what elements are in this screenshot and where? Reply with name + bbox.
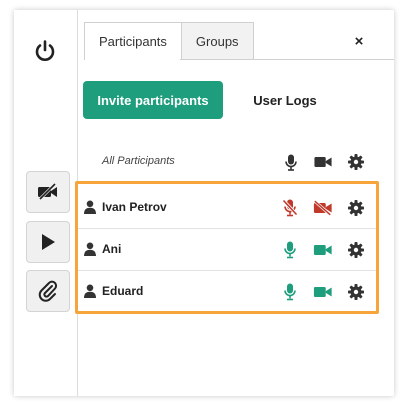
- tab-bar: Participants Groups: [84, 22, 254, 60]
- paperclip-icon: [38, 280, 58, 302]
- mute-all-button[interactable]: [282, 153, 300, 171]
- participant-row-ani: Ani: [78, 229, 376, 270]
- close-icon: ×: [354, 32, 364, 50]
- tab-groups[interactable]: Groups: [180, 22, 254, 60]
- participant-camera-toggle[interactable]: [313, 198, 333, 218]
- user-logs-button[interactable]: User Logs: [240, 81, 330, 119]
- close-button[interactable]: ×: [350, 32, 368, 50]
- participant-name: Ani: [102, 242, 122, 256]
- participant-mic-toggle[interactable]: [280, 198, 300, 218]
- gear-icon: [348, 154, 364, 170]
- video-camera-icon: [313, 287, 332, 297]
- gear-icon: [348, 242, 364, 258]
- play-icon: [42, 234, 55, 250]
- camera-toggle-button[interactable]: [26, 171, 70, 213]
- participant-mic-toggle[interactable]: [280, 282, 300, 302]
- all-participants-label: All Participants: [102, 155, 175, 167]
- attach-button[interactable]: [26, 270, 70, 312]
- person-icon: [84, 284, 96, 298]
- power-button[interactable]: [30, 36, 60, 66]
- participant-row-ivan-petrov: Ivan Petrov: [78, 187, 376, 228]
- camera-all-button[interactable]: [314, 153, 332, 171]
- participant-mic-toggle[interactable]: [280, 240, 300, 260]
- settings-all-button[interactable]: [347, 153, 365, 171]
- gear-icon: [348, 284, 364, 300]
- video-camera-off-icon: [313, 200, 332, 216]
- invite-participants-button[interactable]: Invite participants: [83, 81, 223, 119]
- participant-camera-toggle[interactable]: [313, 282, 333, 302]
- camera-off-icon: [38, 183, 57, 201]
- microphone-muted-icon: [282, 199, 298, 217]
- participant-settings-button[interactable]: [346, 282, 366, 302]
- microphone-icon: [284, 241, 296, 259]
- participant-row-eduard: Eduard: [78, 271, 376, 312]
- video-camera-icon: [314, 157, 332, 167]
- video-camera-icon: [313, 245, 332, 255]
- person-icon: [84, 242, 96, 256]
- participant-camera-toggle[interactable]: [313, 240, 333, 260]
- active-tab-gap: [85, 58, 180, 60]
- participant-settings-button[interactable]: [346, 240, 366, 260]
- play-button[interactable]: [26, 221, 70, 263]
- gear-icon: [348, 200, 364, 216]
- power-icon: [35, 40, 55, 61]
- participant-name: Eduard: [102, 284, 144, 298]
- microphone-icon: [285, 154, 297, 171]
- participant-settings-button[interactable]: [346, 198, 366, 218]
- microphone-icon: [284, 283, 296, 301]
- tab-participants[interactable]: Participants: [84, 22, 182, 60]
- person-icon: [84, 200, 96, 214]
- participant-name: Ivan Petrov: [102, 200, 167, 214]
